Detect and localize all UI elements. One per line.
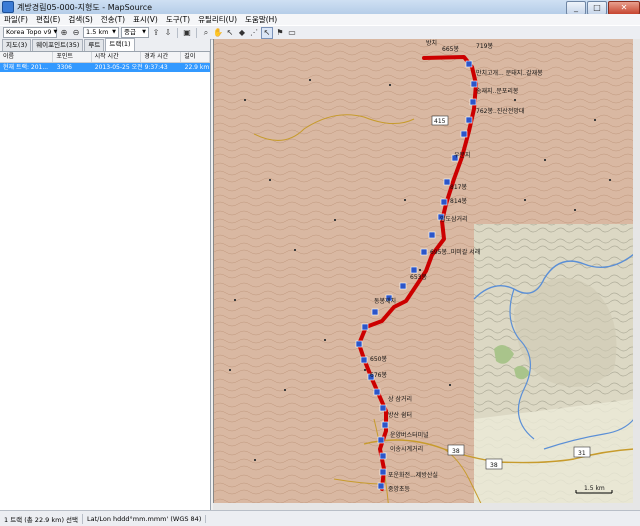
topo-map[interactable]: 방치 665봉 719봉 만치고개... 문태지..갈재봉 송재지..문포리봉 … [214,39,634,510]
road-label: 415 [434,118,446,125]
map-label: 817봉 [450,183,467,191]
selection-tool-icon[interactable]: ↖ [261,26,273,39]
table-header: 이름 포인트 시작 시간 경과 시간 길이 [0,52,210,63]
maximize-button[interactable]: □ [587,0,607,15]
map-label: 676봉 [370,371,387,379]
map-scrollbar-vertical[interactable] [633,39,640,510]
menu-file[interactable]: 파일(F) [0,14,32,25]
menu-edit[interactable]: 편집(E) [32,14,64,25]
map-label: 653봉 [410,273,427,281]
panel-tabs: 지도(3) 웨이포인트(35) 루트 트랙(1) [0,38,210,52]
receive-from-device-icon[interactable]: ⇩ [163,28,173,38]
menu-view[interactable]: 표시(V) [129,14,162,25]
selection-status: 1 트랙 (총 22.9 km) 선택 [0,513,84,524]
zoom-out-icon[interactable]: ⊖ [71,28,81,38]
menu-tools[interactable]: 도구(T) [162,14,194,25]
row-start: 2013-05-25 오전 [94,64,142,71]
tab-routes[interactable]: 루트 [84,39,105,51]
road-label: 31 [578,450,586,457]
row-name: 현재 트랙: 201... [3,64,49,71]
map-product-value: Korea Topo v9 [6,28,52,36]
map-label: 665봉 [442,45,459,53]
zoom-scale-value: 1.5 km [86,28,109,36]
chevron-down-icon: ▼ [53,29,58,35]
zoom-scale-select[interactable]: 1.5 km ▼ [83,27,119,38]
map-label: 719봉 [476,42,493,50]
waypoint-tool-icon[interactable]: ◆ [237,28,247,38]
map-label: 포운화전...제방산실 [388,471,438,479]
col-length[interactable]: 길이 [181,52,210,62]
minimize-button[interactable]: _ [566,0,586,15]
map-product-select[interactable]: Korea Topo v9 ▼ [3,27,57,38]
window-title: 계방경림05-000-지형도 - MapSource [17,2,153,12]
row-length: 22.9 km [184,64,210,71]
toolbar: Korea Topo v9 ▼ ⊕ ⊖ 1.5 km ▼ 중급 ▼ ⇪ ⇩ ▣ ⌕ ✋… [0,25,640,40]
road-label: 38 [452,448,460,455]
map-label: 695봉..미미갈 서래 [430,248,480,256]
detail-level-select[interactable]: 중급 ▼ [121,27,149,38]
map-label: 방산 쉼터 [388,411,412,419]
toolbar-separator [196,27,197,38]
map-label: 만치고개... 문태지..갈재봉 [476,69,543,77]
map-label: 650봉 [370,355,387,363]
position-format: Lat/Lon hddd°mm.mmm' (WGS 84) [83,514,207,523]
tab-maps[interactable]: 지도(3) [2,39,32,51]
measure-tool-icon[interactable]: ▭ [287,28,297,38]
menu-find[interactable]: 검색(S) [64,14,96,25]
send-to-device-icon[interactable]: ⇪ [151,28,161,38]
title-bar: 계방경림05-000-지형도 - MapSource _ □ ✕ [0,0,640,15]
map-label: 중앙초등 [388,485,411,493]
map-label: 방치 [426,39,437,47]
map-label: 814봉 [450,197,467,205]
hand-tool-icon[interactable]: ✋ [213,28,223,38]
flag-tool-icon[interactable]: ⚑ [275,28,285,38]
map-label: 이송시계거리 [390,445,423,453]
menu-help[interactable]: 도움말(H) [241,14,281,25]
map-label: 우분지 [454,151,471,159]
map-view[interactable]: 방치 665봉 719봉 만치고개... 문태지..갈재봉 송재지..문포리봉 … [213,39,634,510]
col-start-time[interactable]: 시작 시간 [92,52,142,62]
map-label: 운양버스터미널 [390,431,429,439]
route-tool-icon[interactable]: ⋰ [249,28,259,38]
app-icon [2,1,14,13]
tab-tracks[interactable]: 트랙(1) [105,38,135,51]
zoom-in-icon[interactable]: ⊕ [59,28,69,38]
map-label: 임도삼거리 [440,215,468,223]
row-elapsed: 9:37:43 [144,64,168,71]
chevron-down-icon: ▼ [142,29,146,35]
toolbar-separator [177,27,178,38]
map-layer-icon[interactable]: ▣ [182,28,192,38]
menu-utilities[interactable]: 유틸리티(U) [194,14,241,25]
zoom-tool-icon[interactable]: ⌕ [201,28,211,38]
col-elapsed[interactable]: 경과 시간 [141,52,182,62]
menu-transfer[interactable]: 전송(T) [97,14,129,25]
col-points[interactable]: 포인트 [53,52,92,62]
map-scrollbar-horizontal[interactable] [213,503,633,510]
pointer-tool-icon[interactable]: ↖ [225,28,235,38]
scale-label: 1.5 km [584,485,605,492]
chevron-down-icon: ▼ [112,29,116,35]
tab-waypoints[interactable]: 웨이포인트(35) [32,39,84,51]
col-name[interactable]: 이름 [0,52,54,62]
menu-bar: 파일(F) 편집(E) 검색(S) 전송(T) 표시(V) 도구(T) 유틸리티… [0,14,640,25]
map-label: 762봉..진산전망대 [476,107,524,115]
map-label: 상 삼거리 [388,395,412,403]
track-panel: 지도(3) 웨이포인트(35) 루트 트랙(1) 이름 포인트 시작 시간 경과… [0,38,211,510]
close-button[interactable]: ✕ [608,0,640,15]
road-label: 38 [490,462,498,469]
detail-level-value: 중급 [124,28,136,36]
status-bar: 1 트랙 (총 22.9 km) 선택 Lat/Lon hddd°mm.mmm'… [0,510,640,526]
table-row[interactable]: 현재 트랙: 201... 3306 2013-05-25 오전 9:37:43… [0,63,210,72]
row-points: 3306 [56,64,72,71]
map-label: 송재지..문포리봉 [476,87,519,95]
map-label: 동봉재치 [374,297,396,305]
